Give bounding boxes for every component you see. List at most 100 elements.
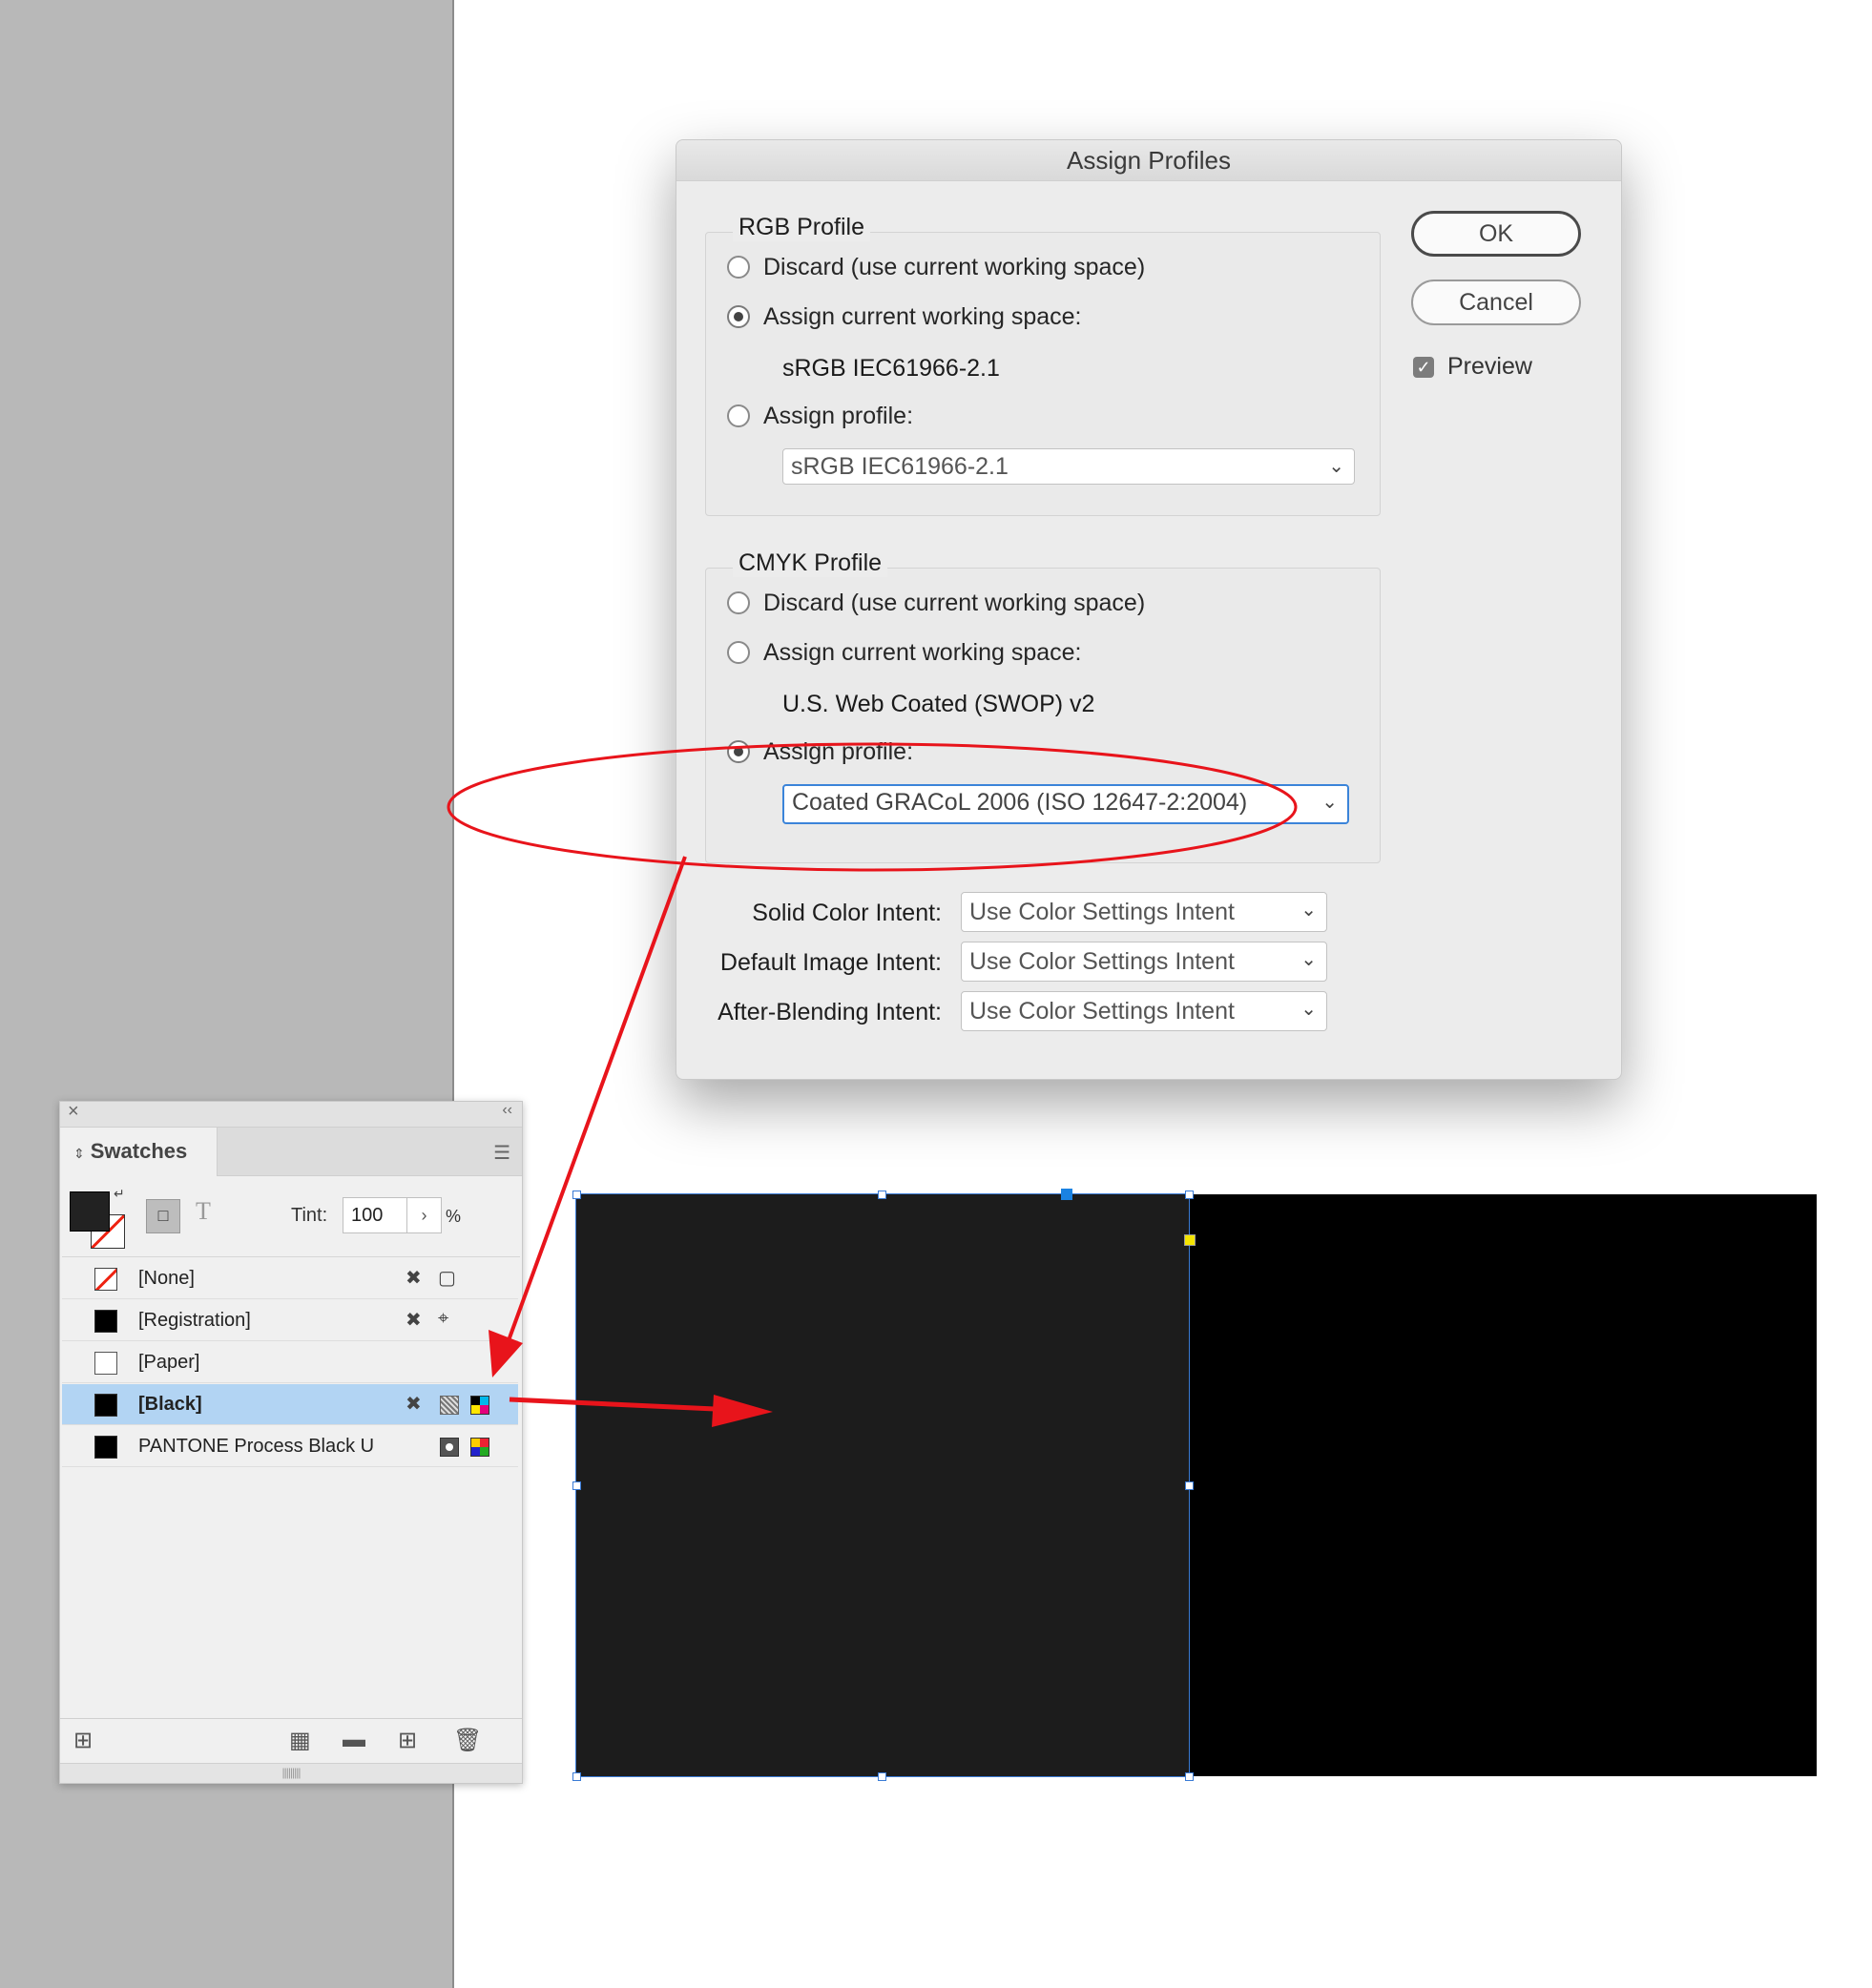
default-image-intent-value: Use Color Settings Intent (969, 948, 1235, 975)
paper-swatch-chip (94, 1352, 117, 1375)
swatch-name: PANTONE Process Black U (138, 1436, 375, 1457)
process-color-icon (440, 1396, 459, 1415)
preview-label: Preview (1447, 353, 1532, 380)
radio-button[interactable] (727, 591, 750, 614)
panel-menu-icon[interactable]: ☰ (493, 1141, 510, 1165)
panel-footer: ⊞ ▦ ▬ ⊞ 🗑 (60, 1718, 522, 1763)
cmyk-mode-icon (470, 1396, 489, 1415)
new-color-group-icon[interactable]: ▬ (343, 1727, 365, 1753)
radio-button-selected[interactable] (727, 740, 750, 763)
fill-swatch[interactable] (70, 1191, 110, 1232)
ok-button[interactable]: OK (1411, 211, 1581, 257)
new-swatch-icon[interactable]: ⊞ (398, 1727, 417, 1754)
cmyk-profile-title: CMYK Profile (733, 549, 888, 577)
tab-swatches-label: Swatches (90, 1139, 188, 1163)
black-rectangle[interactable] (1189, 1194, 1817, 1776)
swatch-name: [Black] (138, 1394, 202, 1415)
preview-checkbox-row[interactable]: ✓ Preview (1413, 353, 1532, 381)
cmyk-profile-group: CMYK Profile Discard (use current workin… (705, 549, 1381, 863)
registration-icon: ⌖ (438, 1308, 449, 1329)
pantone-swatch-chip (94, 1436, 117, 1459)
tint-stepper-button[interactable]: › (407, 1197, 442, 1233)
swatch-row-pantone-process-black[interactable]: PANTONE Process Black U (62, 1426, 518, 1467)
chevron-down-icon: ⌄ (1328, 456, 1344, 477)
none-swatch-chip (94, 1268, 117, 1291)
radio-button-selected[interactable] (727, 305, 750, 328)
chevron-down-icon: ⌄ (1300, 949, 1317, 970)
show-swatch-kinds-icon[interactable]: ▦ (289, 1727, 311, 1754)
solid-color-intent-select[interactable]: Use Color Settings Intent ⌄ (961, 892, 1327, 932)
radio-button[interactable] (727, 641, 750, 664)
assign-profiles-dialog: Assign Profiles RGB Profile Discard (use… (676, 139, 1622, 1080)
cmyk-assign-current-label: Assign current working space: (763, 638, 1082, 666)
cmyk-profile-select-value: Coated GRACoL 2006 (ISO 12647-2:2004) (792, 789, 1248, 816)
selection-handle[interactable] (1185, 1481, 1194, 1490)
selection-handle[interactable] (572, 1481, 581, 1490)
rgb-assign-current-option[interactable]: Assign current working space: (727, 301, 1081, 332)
selection-handle[interactable] (572, 1191, 581, 1199)
after-blending-intent-value: Use Color Settings Intent (969, 998, 1235, 1025)
trash-icon[interactable]: 🗑 (453, 1727, 482, 1754)
cmyk-profile-select[interactable]: Coated GRACoL 2006 (ISO 12647-2:2004) ⌄ (782, 784, 1349, 824)
dialog-title: Assign Profiles (676, 140, 1621, 181)
tab-swatches[interactable]: ⇕ Swatches (60, 1128, 218, 1176)
panel-tabbar: ⇕ Swatches ☰ (60, 1128, 522, 1176)
resize-grip[interactable]: ||||||||| (60, 1763, 522, 1783)
selection-handle[interactable] (1185, 1191, 1194, 1199)
cmyk-assign-current-option[interactable]: Assign current working space: (727, 637, 1081, 668)
cmyk-assign-profile-label: Assign profile: (763, 737, 914, 765)
radio-button[interactable] (727, 256, 750, 279)
rgb-assign-profile-label: Assign profile: (763, 402, 914, 429)
swatch-name: [Registration] (138, 1310, 251, 1331)
rgb-assign-profile-option[interactable]: Assign profile: (727, 401, 913, 431)
rgb-profile-select-value: sRGB IEC61966-2.1 (791, 453, 1009, 480)
reference-point-handle[interactable] (1061, 1189, 1072, 1200)
rgb-discard-label: Discard (use current working space) (763, 253, 1146, 280)
tint-input[interactable]: 100 (343, 1197, 407, 1233)
chevron-down-icon: ⌄ (1300, 999, 1317, 1020)
cmyk-discard-option[interactable]: Discard (use current working space) (727, 588, 1145, 618)
swatch-row-none[interactable]: [None] ✖ ▢ (62, 1258, 518, 1299)
solid-color-intent-value: Use Color Settings Intent (969, 899, 1235, 925)
swap-fill-stroke-icon[interactable]: ↵ (114, 1186, 125, 1202)
rgb-discard-option[interactable]: Discard (use current working space) (727, 252, 1145, 282)
black-swatch-chip (94, 1394, 117, 1417)
rgb-profile-title: RGB Profile (733, 214, 870, 241)
cmyk-discard-label: Discard (use current working space) (763, 589, 1146, 616)
radio-button[interactable] (727, 404, 750, 427)
swatch-row-paper[interactable]: [Paper] (62, 1342, 518, 1383)
formatting-affects-container-button[interactable]: □ (146, 1199, 180, 1233)
cmyk-assign-profile-option[interactable]: Assign profile: (727, 736, 913, 767)
selection-handle[interactable] (878, 1772, 886, 1781)
after-blending-intent-select[interactable]: Use Color Settings Intent ⌄ (961, 991, 1327, 1031)
none-color-icon: ▢ (438, 1268, 456, 1289)
checkmark-icon[interactable]: ✓ (1413, 356, 1434, 378)
chevron-down-icon: ⌄ (1321, 792, 1338, 813)
selection-handle[interactable] (878, 1191, 886, 1199)
collapse-icon[interactable]: ‹‹ (502, 1102, 512, 1119)
formatting-affects-text-icon[interactable]: T (196, 1197, 211, 1226)
selected-rectangle[interactable] (575, 1193, 1190, 1777)
spot-color-icon (440, 1438, 459, 1457)
chevron-down-icon: ⌄ (1300, 900, 1317, 921)
place-swatch-icon[interactable]: ⊞ (73, 1727, 93, 1754)
cmyk-working-space: U.S. Web Coated (SWOP) v2 (782, 691, 1095, 717)
swatch-name: [Paper] (138, 1352, 200, 1373)
selection-handle[interactable] (1185, 1772, 1194, 1781)
swatch-row-black[interactable]: [Black] ✖ (62, 1384, 518, 1425)
registration-swatch-chip (94, 1310, 117, 1333)
rgb-profile-select[interactable]: sRGB IEC61966-2.1 ⌄ (782, 448, 1355, 485)
panel-header: × ‹‹ (60, 1101, 522, 1128)
selection-handle[interactable] (572, 1772, 581, 1781)
corner-options-handle[interactable] (1184, 1234, 1196, 1246)
default-image-intent-select[interactable]: Use Color Settings Intent ⌄ (961, 942, 1327, 982)
not-editable-icon: ✖ (406, 1310, 422, 1331)
rgb-working-space: sRGB IEC61966-2.1 (782, 355, 1000, 382)
close-icon[interactable]: × (68, 1101, 79, 1123)
default-image-intent-label: Default Image Intent: (719, 949, 942, 976)
swatches-panel: × ‹‹ ⇕ Swatches ☰ ↵ □ T Tint: 100 › % [No… (59, 1101, 523, 1784)
tint-label: Tint: (291, 1205, 328, 1226)
swatch-name: [None] (138, 1268, 195, 1289)
swatch-row-registration[interactable]: [Registration] ✖ ⌖ (62, 1300, 518, 1341)
cancel-button[interactable]: Cancel (1411, 280, 1581, 325)
